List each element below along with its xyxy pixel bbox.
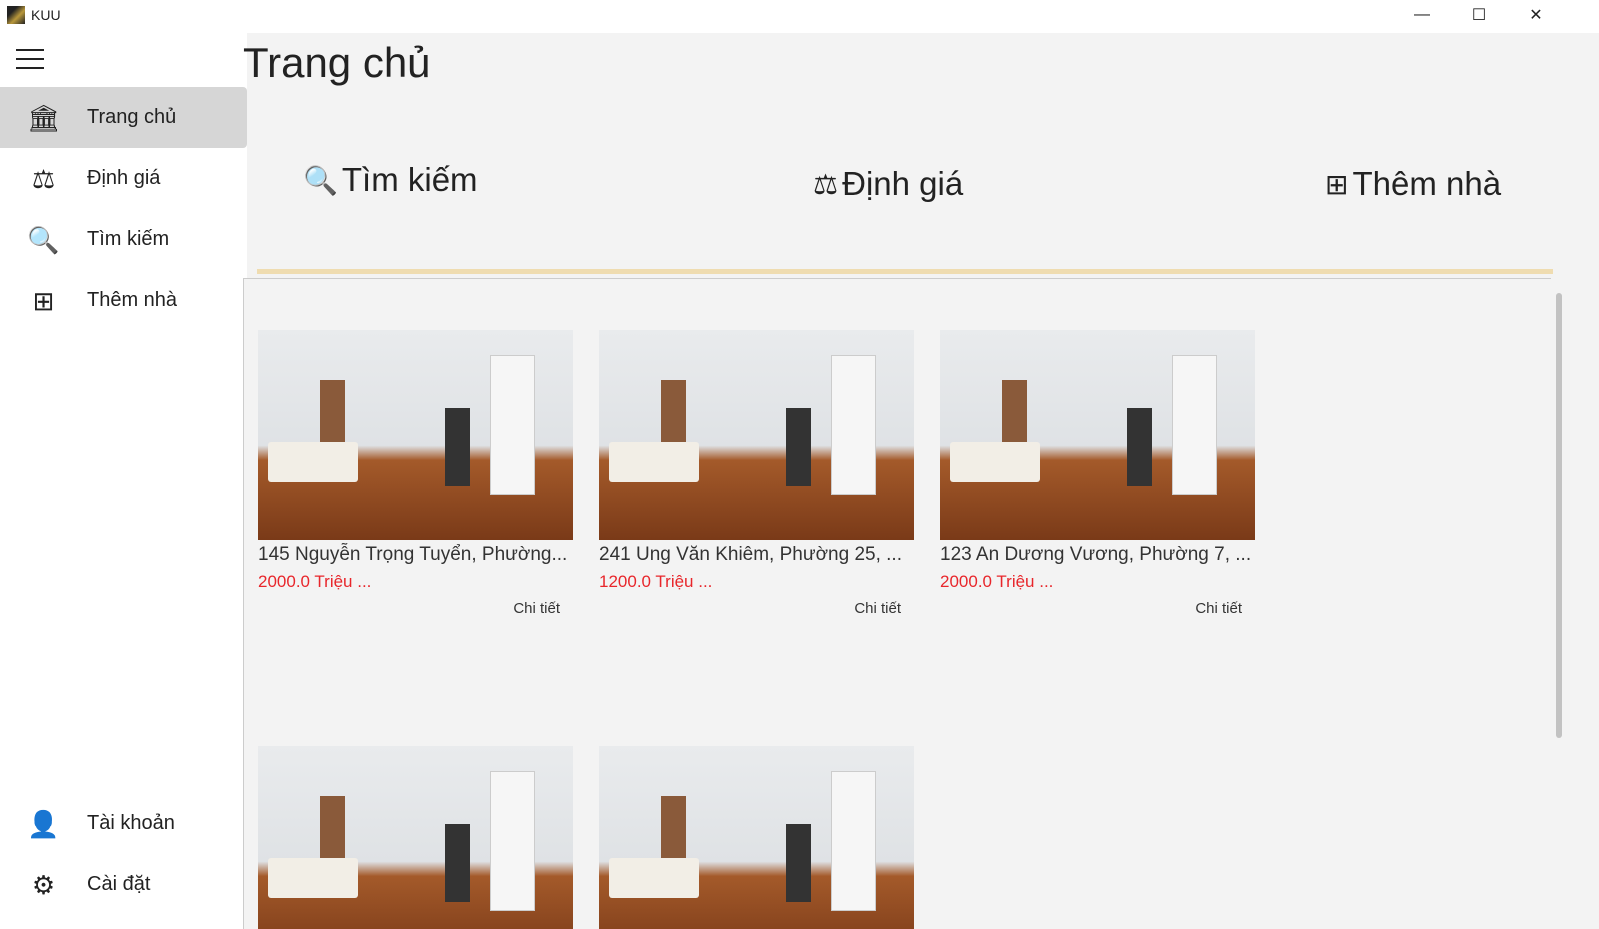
listing-card[interactable] bbox=[599, 746, 914, 929]
settings-icon: ⚙ bbox=[31, 869, 56, 900]
listing-card[interactable] bbox=[258, 746, 573, 929]
detail-link[interactable]: Chi tiết bbox=[940, 600, 1255, 617]
listing-address: 145 Nguyễn Trọng Tuyển, Phường... bbox=[258, 544, 568, 565]
detail-link[interactable]: Chi tiết bbox=[599, 600, 914, 617]
vertical-scrollbar[interactable] bbox=[1551, 278, 1567, 929]
listing-grid: 145 Nguyễn Trọng Tuyển, Phường... 2000.0… bbox=[243, 278, 1551, 929]
main-content: Trang chủ 🔍 Tìm kiếm ⚖ Định giá ⊞ Thêm nhà … bbox=[243, 33, 1599, 929]
sidebar-item-label: Định giá bbox=[87, 167, 161, 189]
page-title: Trang chủ bbox=[243, 39, 431, 86]
listing-address: 123 An Dương Vương, Phường 7, ... bbox=[940, 544, 1252, 565]
sidebar-item-label: Cài đặt bbox=[87, 873, 151, 895]
sidebar-item-label: Tài khoản bbox=[87, 812, 175, 834]
listing-price: 2000.0 Triệu ... bbox=[258, 572, 372, 591]
scale-icon: ⚖ bbox=[31, 163, 56, 194]
listing-photo[interactable] bbox=[258, 746, 573, 929]
add-house-icon: ⊞ bbox=[32, 285, 55, 316]
sidebar-item-valuation[interactable]: ⚖ Định giá bbox=[0, 148, 247, 209]
listing-photo[interactable] bbox=[599, 746, 914, 929]
sidebar-item-search[interactable]: 🔍 Tìm kiếm bbox=[0, 209, 247, 270]
listing-photo[interactable] bbox=[258, 330, 573, 540]
listing-card[interactable]: 145 Nguyễn Trọng Tuyển, Phường... 2000.0… bbox=[258, 330, 573, 617]
search-list-icon: 🔍 bbox=[303, 164, 338, 196]
listing-address: 241 Ung Văn Khiêm, Phường 25, ... bbox=[599, 544, 902, 565]
sidebar-item-account[interactable]: 👤 Tài khoản bbox=[0, 793, 247, 854]
app-title: KUU bbox=[31, 7, 61, 23]
scale-icon: ⚖ bbox=[813, 168, 839, 200]
listing-photo[interactable] bbox=[599, 330, 914, 540]
sidebar-item-settings[interactable]: ⚙ Cài đặt bbox=[0, 854, 247, 915]
sidebar-item-home[interactable]: 🏛 Trang chủ bbox=[0, 87, 247, 148]
minimize-button[interactable]: — bbox=[1393, 0, 1451, 30]
close-button[interactable]: ✕ bbox=[1507, 0, 1565, 30]
maximize-button[interactable]: ☐ bbox=[1450, 0, 1508, 30]
listing-price: 1200.0 Triệu ... bbox=[599, 572, 713, 591]
scrollbar-thumb[interactable] bbox=[1556, 293, 1562, 738]
app-logo-icon bbox=[7, 6, 25, 24]
home-icon: 🏛 bbox=[26, 102, 60, 133]
sidebar-item-add-house[interactable]: ⊞ Thêm nhà bbox=[0, 270, 247, 331]
account-icon: 👤 bbox=[27, 808, 60, 839]
quick-valuation-button[interactable]: ⚖ Định giá bbox=[813, 165, 963, 203]
add-house-icon: ⊞ bbox=[1325, 168, 1349, 200]
listing-card[interactable]: 241 Ung Văn Khiêm, Phường 25, ... 1200.0… bbox=[599, 330, 914, 617]
quick-add-house-button[interactable]: ⊞ Thêm nhà bbox=[1325, 165, 1501, 203]
search-list-icon: 🔍 bbox=[27, 224, 60, 255]
listing-price: 2000.0 Triệu ... bbox=[940, 572, 1054, 591]
listing-photo[interactable] bbox=[940, 330, 1255, 540]
sidebar-item-label: Trang chủ bbox=[87, 106, 177, 128]
quick-action-label: Định giá bbox=[842, 165, 964, 202]
hamburger-menu-icon[interactable] bbox=[16, 49, 44, 69]
sidebar-item-label: Tìm kiếm bbox=[87, 228, 170, 250]
quick-action-label: Tìm kiếm bbox=[341, 161, 478, 198]
listing-card[interactable]: 123 An Dương Vương, Phường 7, ... 2000.0… bbox=[940, 330, 1255, 617]
quick-search-button[interactable]: 🔍 Tìm kiếm bbox=[303, 161, 478, 199]
sidebar: 🏛 Trang chủ ⚖ Định giá 🔍 Tìm kiếm ⊞ Thêm nhà… bbox=[0, 33, 247, 929]
sidebar-item-label: Thêm nhà bbox=[87, 289, 178, 311]
detail-link[interactable]: Chi tiết bbox=[258, 600, 573, 617]
divider bbox=[257, 269, 1553, 274]
title-bar: KUU — ☐ ✕ bbox=[0, 0, 1599, 33]
quick-action-label: Thêm nhà bbox=[1352, 165, 1502, 202]
